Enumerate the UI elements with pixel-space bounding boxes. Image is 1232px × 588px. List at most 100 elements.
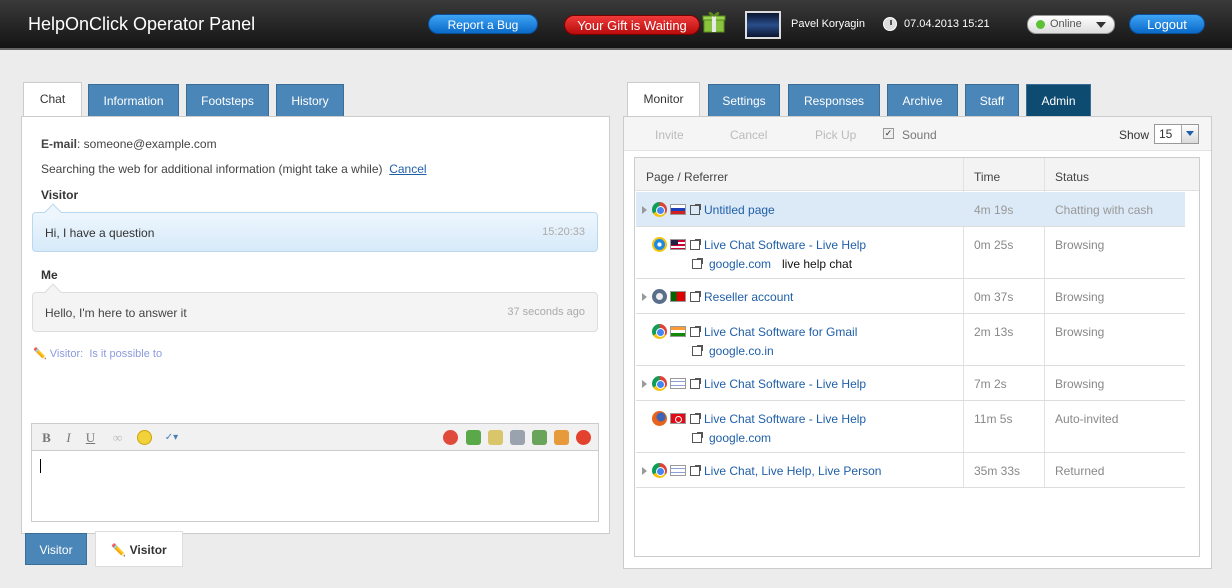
chrome-icon <box>652 463 667 478</box>
invite-operator-icon[interactable] <box>532 430 547 445</box>
status-value: Online <box>1050 18 1082 30</box>
pickup-button[interactable]: Pick Up <box>815 128 856 142</box>
visitor-label: Visitor <box>41 188 79 202</box>
header-page: Page / Referrer <box>646 170 729 184</box>
block-icon[interactable] <box>443 430 458 445</box>
tab-admin[interactable]: Admin <box>1026 84 1091 116</box>
flag-in-icon <box>670 326 686 337</box>
gift-icon[interactable] <box>702 10 726 34</box>
underline-icon[interactable]: U <box>82 429 99 446</box>
external-link-icon[interactable] <box>692 345 703 356</box>
gift-button[interactable]: Your Gift is Waiting <box>564 15 700 35</box>
cancel-search-link[interactable]: Cancel <box>389 162 426 176</box>
sound-checkbox[interactable]: ✓ <box>883 128 894 139</box>
bottom-tab-visitor[interactable]: Visitor <box>25 533 87 565</box>
external-link-icon[interactable] <box>690 239 701 250</box>
tab-monitor[interactable]: Monitor <box>627 82 700 116</box>
external-link-icon[interactable] <box>690 204 701 215</box>
print-icon[interactable] <box>510 430 525 445</box>
tab-responses[interactable]: Responses <box>788 84 880 116</box>
bottom-tab-label: Visitor <box>129 543 167 557</box>
time-cell: 2m 13s <box>974 325 1014 339</box>
table-row[interactable] <box>636 227 1185 279</box>
message-input[interactable] <box>31 451 599 522</box>
expand-icon[interactable] <box>642 467 647 475</box>
page-link[interactable]: Reseller account <box>704 290 793 304</box>
ie-icon <box>652 237 667 252</box>
app-title: HelpOnClick Operator Panel <box>28 14 256 34</box>
text-caret <box>40 459 41 473</box>
tab-chat[interactable]: Chat <box>23 82 82 116</box>
chevron-down-icon[interactable] <box>1181 125 1198 143</box>
referrer-link[interactable]: google.co.in <box>709 344 774 358</box>
time-cell: 0m 25s <box>974 238 1014 252</box>
note-icon[interactable] <box>488 430 503 445</box>
external-link-icon[interactable] <box>690 378 701 389</box>
external-link-icon[interactable] <box>692 432 703 443</box>
cancel-button[interactable]: Cancel <box>730 128 767 142</box>
external-link-icon[interactable] <box>690 326 701 337</box>
tab-staff[interactable]: Staff <box>965 84 1019 116</box>
external-link-icon[interactable] <box>690 413 701 424</box>
tab-history[interactable]: History <box>276 84 344 116</box>
page-link[interactable]: Live Chat Software - Live Help <box>704 412 866 426</box>
me-message-time: 37 seconds ago <box>507 306 585 318</box>
referrer-link[interactable]: google.com <box>709 257 771 271</box>
typing-indicator: ✏️ Visitor: Is it possible to <box>33 347 162 360</box>
close-chat-icon[interactable] <box>576 430 591 445</box>
italic-icon[interactable]: I <box>60 429 77 446</box>
avatar[interactable] <box>745 11 781 39</box>
clock-icon <box>883 17 897 31</box>
status-select[interactable]: Online <box>1027 15 1115 34</box>
bold-icon[interactable]: B <box>38 429 55 446</box>
tab-footsteps[interactable]: Footsteps <box>186 84 269 116</box>
invite-button[interactable]: Invite <box>655 128 684 142</box>
referrer-link[interactable]: google.com <box>709 431 771 445</box>
page-link[interactable]: Untitled page <box>704 203 775 217</box>
expand-icon[interactable] <box>642 293 647 301</box>
header-time: Time <box>974 170 1001 184</box>
external-link-icon[interactable] <box>690 465 701 476</box>
link-icon[interactable]: ∞ <box>109 429 126 446</box>
flag-pt-icon <box>670 291 686 302</box>
table-row[interactable] <box>636 314 1185 366</box>
header-status: Status <box>1055 170 1090 184</box>
spellcheck-icon[interactable]: ✓▾ <box>163 429 180 446</box>
me-message: Hello, I'm here to answer it 37 seconds … <box>32 283 598 332</box>
expand-icon[interactable] <box>642 206 647 214</box>
online-dot-icon <box>1036 20 1045 29</box>
bottom-tab-visitor-typing[interactable]: ✏️ Visitor <box>95 531 183 567</box>
visitor-message-time: 15:20:33 <box>542 226 585 238</box>
time-cell: 7m 2s <box>974 377 1007 391</box>
external-link-icon[interactable] <box>692 258 703 269</box>
status-cell: Browsing <box>1055 290 1105 304</box>
chevron-down-icon <box>1096 22 1106 28</box>
chrome-icon <box>652 324 667 339</box>
external-link-icon[interactable] <box>690 291 701 302</box>
tab-archive[interactable]: Archive <box>887 84 958 116</box>
page-link[interactable]: Live Chat Software - Live Help <box>704 238 866 252</box>
page-link[interactable]: Live Chat Software - Live Help <box>704 377 866 391</box>
sound-label: Sound <box>902 128 937 142</box>
email-label: E-mail <box>41 137 78 151</box>
smiley-icon[interactable] <box>137 430 152 445</box>
users-icon[interactable] <box>554 430 569 445</box>
page-link[interactable]: Live Chat Software for Gmail <box>704 325 857 339</box>
me-label: Me <box>41 268 58 282</box>
expand-icon[interactable] <box>642 380 647 388</box>
pencil-icon: ✏️ <box>111 543 127 557</box>
status-cell: Browsing <box>1055 238 1105 252</box>
time-cell: 0m 37s <box>974 290 1014 304</box>
flag-us-icon <box>670 239 686 250</box>
transfer-icon[interactable] <box>466 430 481 445</box>
page-link[interactable]: Live Chat, Live Help, Live Person <box>704 464 881 478</box>
logout-button[interactable]: Logout <box>1129 14 1205 34</box>
tab-settings[interactable]: Settings <box>708 84 780 116</box>
table-row[interactable] <box>636 401 1185 453</box>
email-value: : someone@example.com <box>77 137 217 151</box>
me-message-text: Hello, I'm here to answer it <box>45 306 187 320</box>
status-cell: Auto-invited <box>1055 412 1119 426</box>
tab-information[interactable]: Information <box>88 84 179 116</box>
email-line: E-mail: someone@example.com <box>41 137 217 151</box>
report-bug-button[interactable]: Report a Bug <box>428 14 538 34</box>
